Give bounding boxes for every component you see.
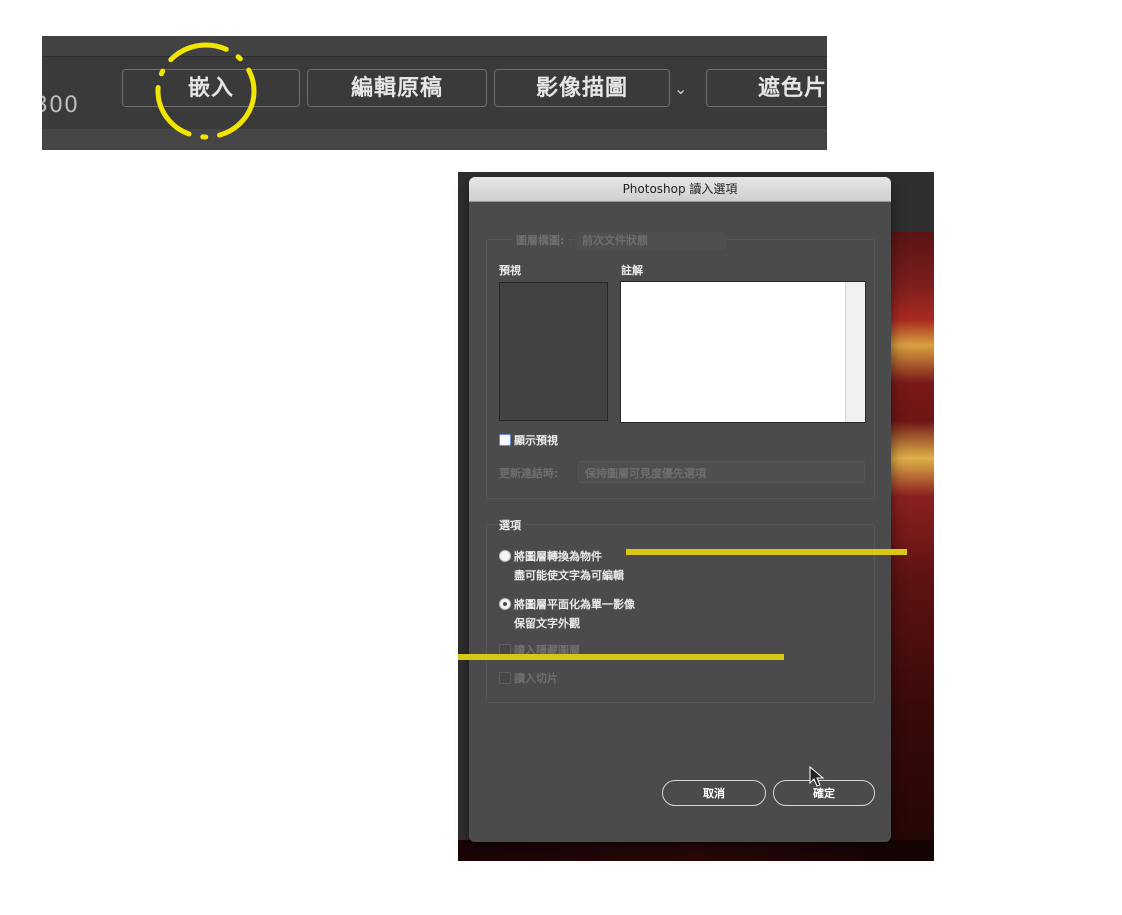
resolution-value: 300 bbox=[42, 93, 79, 118]
bokeh-image bbox=[890, 232, 934, 861]
preview-area bbox=[499, 282, 608, 421]
highlight-circle-annotation bbox=[155, 42, 257, 140]
image-trace-button[interactable]: 影像描圖 bbox=[494, 69, 670, 107]
flatten-layers-hint: 保留文字外觀 bbox=[514, 617, 580, 630]
options-label: 選項 bbox=[499, 517, 525, 533]
mouse-cursor-icon bbox=[809, 766, 825, 787]
layer-comp-label: 圖層構圖: bbox=[512, 232, 569, 248]
flatten-layers-radio[interactable] bbox=[499, 598, 511, 610]
convert-layers-label: 將圖層轉換為物件 bbox=[514, 550, 602, 563]
notes-scrollbar[interactable] bbox=[845, 282, 865, 422]
photoshop-import-options-dialog: Photoshop 讀入選項 圖層構圖: 前次文件狀態 預視 註解 顯示預視 更… bbox=[469, 177, 891, 842]
update-links-value: 保持圖層可見度優先選項 bbox=[585, 467, 706, 480]
bokeh-image-bottom bbox=[458, 840, 934, 861]
notes-textarea[interactable] bbox=[620, 281, 866, 423]
import-slices-label: 讀入切片 bbox=[514, 672, 558, 685]
update-links-label: 更新連結時: bbox=[499, 467, 559, 480]
show-preview-label: 顯示預視 bbox=[514, 434, 558, 447]
edit-original-button[interactable]: 編輯原稿 bbox=[307, 69, 487, 107]
convert-layers-radio[interactable] bbox=[499, 550, 511, 562]
highlight-line-annotation bbox=[626, 549, 907, 555]
convert-layers-hint: 盡可能使文字為可編輯 bbox=[514, 569, 624, 582]
show-preview-checkbox[interactable] bbox=[499, 434, 511, 446]
cancel-button[interactable]: 取消 bbox=[662, 780, 766, 806]
chevron-down-icon[interactable]: ⌄ bbox=[674, 79, 687, 98]
layer-comp-select[interactable]: 前次文件狀態 bbox=[575, 232, 727, 250]
flatten-layers-label: 將圖層平面化為單一影像 bbox=[514, 598, 635, 611]
notes-label: 註解 bbox=[621, 264, 643, 277]
update-links-select[interactable]: 保持圖層可見度優先選項 bbox=[578, 461, 865, 483]
preview-label: 預視 bbox=[499, 264, 521, 277]
import-slices-checkbox[interactable] bbox=[499, 672, 511, 684]
highlight-line-annotation bbox=[458, 654, 784, 660]
dialog-title: Photoshop 讀入選項 bbox=[469, 177, 891, 202]
opacity-mask-button[interactable]: 遮色片 bbox=[706, 69, 827, 107]
